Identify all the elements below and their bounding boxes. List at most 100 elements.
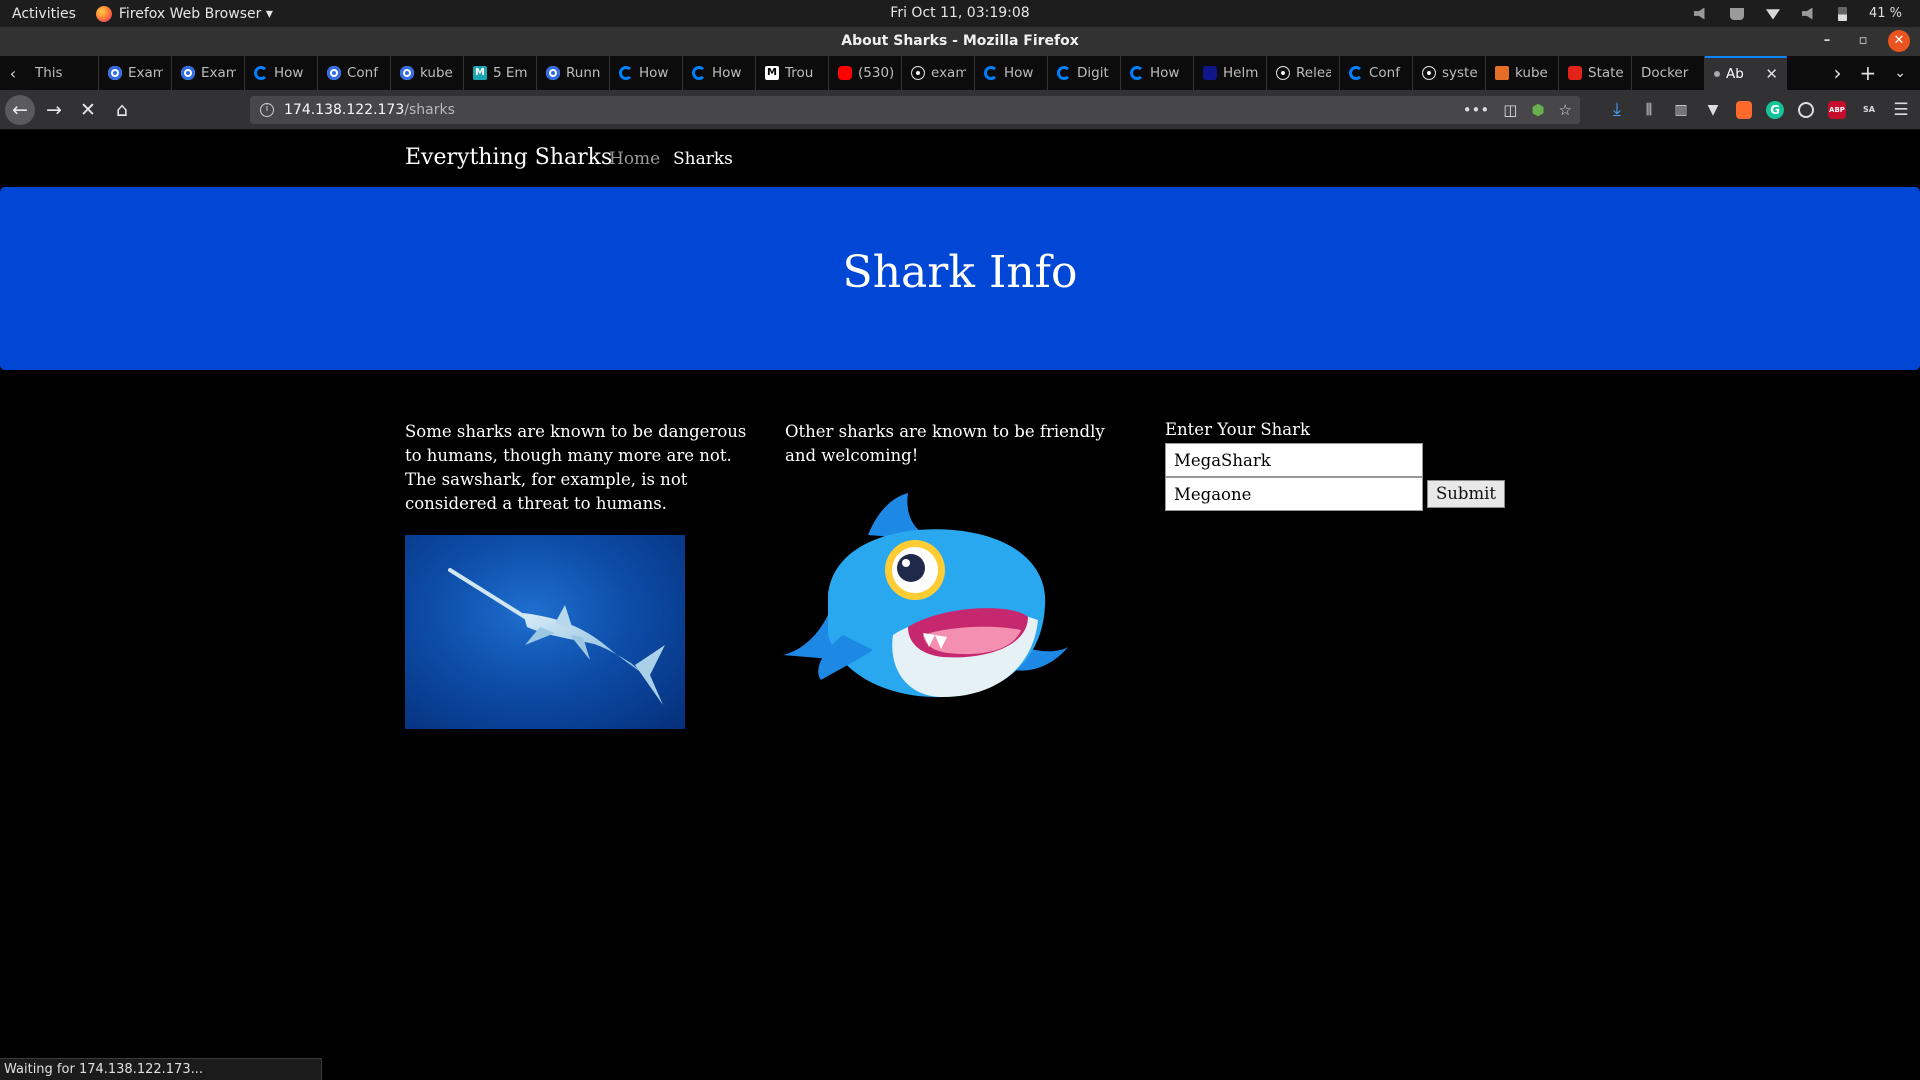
stop-loading-button[interactable]: ✕ <box>73 95 103 125</box>
loading-icon <box>1714 71 1720 77</box>
tab-label: How <box>274 65 304 81</box>
youtube-icon <box>838 66 852 80</box>
tab-active[interactable]: Ab ✕ <box>1705 56 1787 90</box>
speaker-muted-icon <box>1693 7 1705 20</box>
tab[interactable]: How <box>1121 56 1194 90</box>
tab-label: kube <box>420 65 453 81</box>
tab-label: How <box>1004 65 1034 81</box>
sidebar-icon[interactable]: ▥ <box>1672 101 1690 119</box>
url-actions: ••• ◫ ⬢ ☆ <box>1463 96 1572 124</box>
extension-icon[interactable]: ⬢ <box>1531 101 1544 119</box>
bookmark-star-icon[interactable]: ☆ <box>1559 101 1572 119</box>
tab[interactable]: Conf <box>318 56 391 90</box>
vpn-shield-icon[interactable]: ▼ <box>1704 101 1722 119</box>
tab[interactable]: M Trou <box>756 56 829 90</box>
kube-icon <box>1495 66 1509 80</box>
app-menu-label: Firefox Web Browser ▾ <box>118 5 273 22</box>
activities-button[interactable]: Activities <box>0 6 88 22</box>
dangerous-sharks-text: Some sharks are known to be dangerous to… <box>405 422 747 513</box>
tab[interactable]: State <box>1559 56 1632 90</box>
list-all-tabs-button[interactable]: ⌄ <box>1894 65 1906 81</box>
scroll-tabs-right-button[interactable]: › <box>1834 61 1842 85</box>
hero-title: Shark Info <box>842 247 1078 298</box>
new-tab-button[interactable]: + <box>1860 61 1877 85</box>
system-tray[interactable]: 41 % <box>1693 0 1902 27</box>
tab[interactable]: Runn <box>537 56 610 90</box>
tab[interactable]: Helm <box>1194 56 1267 90</box>
close-window-button[interactable]: ✕ <box>1888 30 1910 52</box>
back-button[interactable]: ← <box>5 94 35 125</box>
sa-extension-icon[interactable]: SA <box>1860 101 1878 119</box>
maximize-button[interactable]: ▫ <box>1852 30 1874 52</box>
forward-button[interactable]: → <box>39 95 69 125</box>
site-brand[interactable]: Everything Sharks <box>405 145 612 170</box>
site-info-icon[interactable]: i <box>260 103 274 117</box>
tab-label: 5 Em <box>493 65 528 81</box>
hero-banner: Shark Info <box>0 187 1920 370</box>
tab[interactable]: syste <box>1413 56 1486 90</box>
app-menu[interactable]: Firefox Web Browser ▾ <box>95 5 273 22</box>
digitalocean-icon <box>984 66 998 80</box>
tab[interactable]: How <box>975 56 1048 90</box>
window-titlebar: About Sharks - Mozilla Firefox – ▫ ✕ <box>0 27 1920 56</box>
submit-button[interactable]: Submit <box>1427 480 1505 508</box>
sawshark-image <box>405 535 685 729</box>
status-bar: Waiting for 174.138.122.173... <box>0 1058 322 1080</box>
tab[interactable]: Relea <box>1267 56 1340 90</box>
clock[interactable]: Fri Oct 11, 03:19:08 <box>0 5 1920 21</box>
tab-label: Conf <box>1369 65 1400 81</box>
tab[interactable]: Digit <box>1048 56 1121 90</box>
library-icon[interactable]: ⫼ <box>1640 101 1658 119</box>
tab-label: Exam <box>128 65 163 81</box>
tab[interactable]: exam <box>902 56 975 90</box>
hamburger-menu-icon[interactable]: ☰ <box>1892 101 1910 119</box>
tab[interactable]: Conf <box>1340 56 1413 90</box>
brave-extension-icon[interactable] <box>1736 101 1752 119</box>
tab-label: Exam <box>201 65 236 81</box>
downloads-icon[interactable]: ⤓ <box>1608 101 1626 119</box>
shark-form-label: Enter Your Shark <box>1165 420 1311 439</box>
pocket-icon[interactable]: ◫ <box>1503 101 1517 119</box>
minimize-button[interactable]: – <box>1816 30 1838 52</box>
scroll-tabs-left-button[interactable]: ‹ <box>0 64 26 83</box>
close-tab-icon[interactable]: ✕ <box>1765 65 1778 83</box>
tab-label: How <box>712 65 742 81</box>
kubernetes-icon <box>546 66 560 80</box>
url-host: 174.138.122.173 <box>284 102 405 118</box>
toolbar-icons: ⤓ ⫼ ▥ ▼ G ABP SA ☰ <box>1608 90 1910 130</box>
tab[interactable]: Docker <box>1632 56 1705 90</box>
tab[interactable]: M 5 Em <box>464 56 537 90</box>
gnome-top-bar: Activities Firefox Web Browser ▾ Fri Oct… <box>0 0 1920 27</box>
digitalocean-icon <box>692 66 706 80</box>
tab[interactable]: This <box>26 56 99 90</box>
tab[interactable]: Exam <box>172 56 245 90</box>
tab-label: How <box>639 65 669 81</box>
nav-link-home[interactable]: Home <box>609 149 660 169</box>
page-actions-icon[interactable]: ••• <box>1463 101 1490 119</box>
nav-link-sharks[interactable]: Sharks <box>673 149 733 169</box>
kubernetes-icon <box>181 66 195 80</box>
kubernetes-icon <box>108 66 122 80</box>
battery-level: 41 % <box>1868 6 1902 21</box>
url-bar[interactable]: i 174.138.122.173/sharks ••• ◫ ⬢ ☆ <box>250 96 1580 124</box>
digitalocean-icon <box>1057 66 1071 80</box>
home-button[interactable]: ⌂ <box>107 95 137 125</box>
tab[interactable]: Exam <box>99 56 172 90</box>
shark-character-input[interactable] <box>1165 477 1423 511</box>
medium-icon: M <box>765 66 779 80</box>
shark-name-input[interactable] <box>1165 443 1423 477</box>
tab[interactable]: kube <box>391 56 464 90</box>
digitalocean-icon <box>1130 66 1144 80</box>
tabstrip-controls: › + ⌄ <box>1823 56 1920 90</box>
account-icon[interactable] <box>1798 102 1814 118</box>
nav-toolbar: ← → ✕ ⌂ i 174.138.122.173/sharks ••• ◫ ⬢… <box>0 90 1920 130</box>
grammarly-icon[interactable]: G <box>1766 101 1784 119</box>
volume-icon <box>1801 7 1813 20</box>
tab[interactable]: (530) <box>829 56 902 90</box>
tab[interactable]: How <box>610 56 683 90</box>
adblock-icon[interactable]: ABP <box>1828 101 1846 119</box>
tab[interactable]: kube <box>1486 56 1559 90</box>
tab[interactable]: How <box>683 56 756 90</box>
tab[interactable]: How <box>245 56 318 90</box>
state-icon <box>1568 66 1582 80</box>
